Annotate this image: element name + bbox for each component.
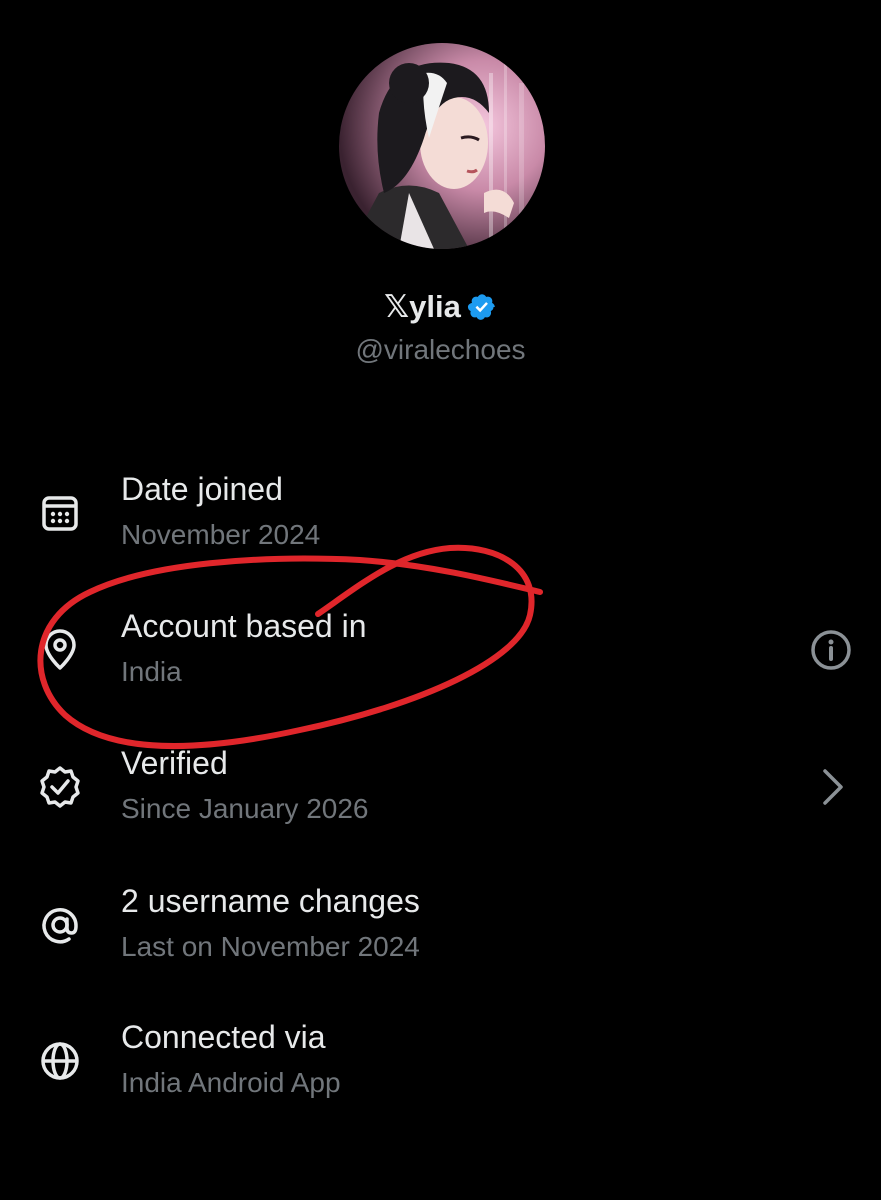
calendar-icon xyxy=(36,489,84,537)
about-row-date-joined: Date joined November 2024 xyxy=(0,467,881,577)
about-row-verified[interactable]: Verified Since January 2026 xyxy=(0,741,881,851)
verified-check-icon xyxy=(36,763,84,811)
row-subtitle: Since January 2026 xyxy=(121,793,369,824)
at-sign-icon xyxy=(36,901,84,949)
globe-icon xyxy=(36,1037,84,1085)
row-subtitle: India xyxy=(121,656,182,687)
row-title: Verified xyxy=(121,745,228,781)
row-title: Connected via xyxy=(121,1019,326,1055)
verified-badge-icon[interactable] xyxy=(467,290,497,320)
profile-name-row: 𝕏ylia xyxy=(0,285,881,329)
row-title: Date joined xyxy=(121,471,283,507)
profile-handle: @viralechoes xyxy=(355,334,526,365)
chevron-right-icon[interactable] xyxy=(807,763,855,811)
about-row-connected-via: Connected via India Android App xyxy=(0,1015,881,1125)
location-pin-icon xyxy=(36,626,84,674)
anime-portrait-avatar xyxy=(339,43,545,249)
row-title: 2 username changes xyxy=(121,883,420,919)
info-icon[interactable] xyxy=(807,626,855,674)
about-row-account-based-in: Account based in India xyxy=(0,604,881,714)
row-subtitle: November 2024 xyxy=(121,519,321,550)
row-title: Account based in xyxy=(121,608,367,644)
row-subtitle: Last on November 2024 xyxy=(121,931,420,962)
about-row-username-changes: 2 username changes Last on November 2024 xyxy=(0,879,881,989)
row-subtitle: India Android App xyxy=(121,1067,341,1098)
profile-avatar[interactable] xyxy=(339,43,545,249)
display-name: 𝕏ylia xyxy=(384,289,461,324)
